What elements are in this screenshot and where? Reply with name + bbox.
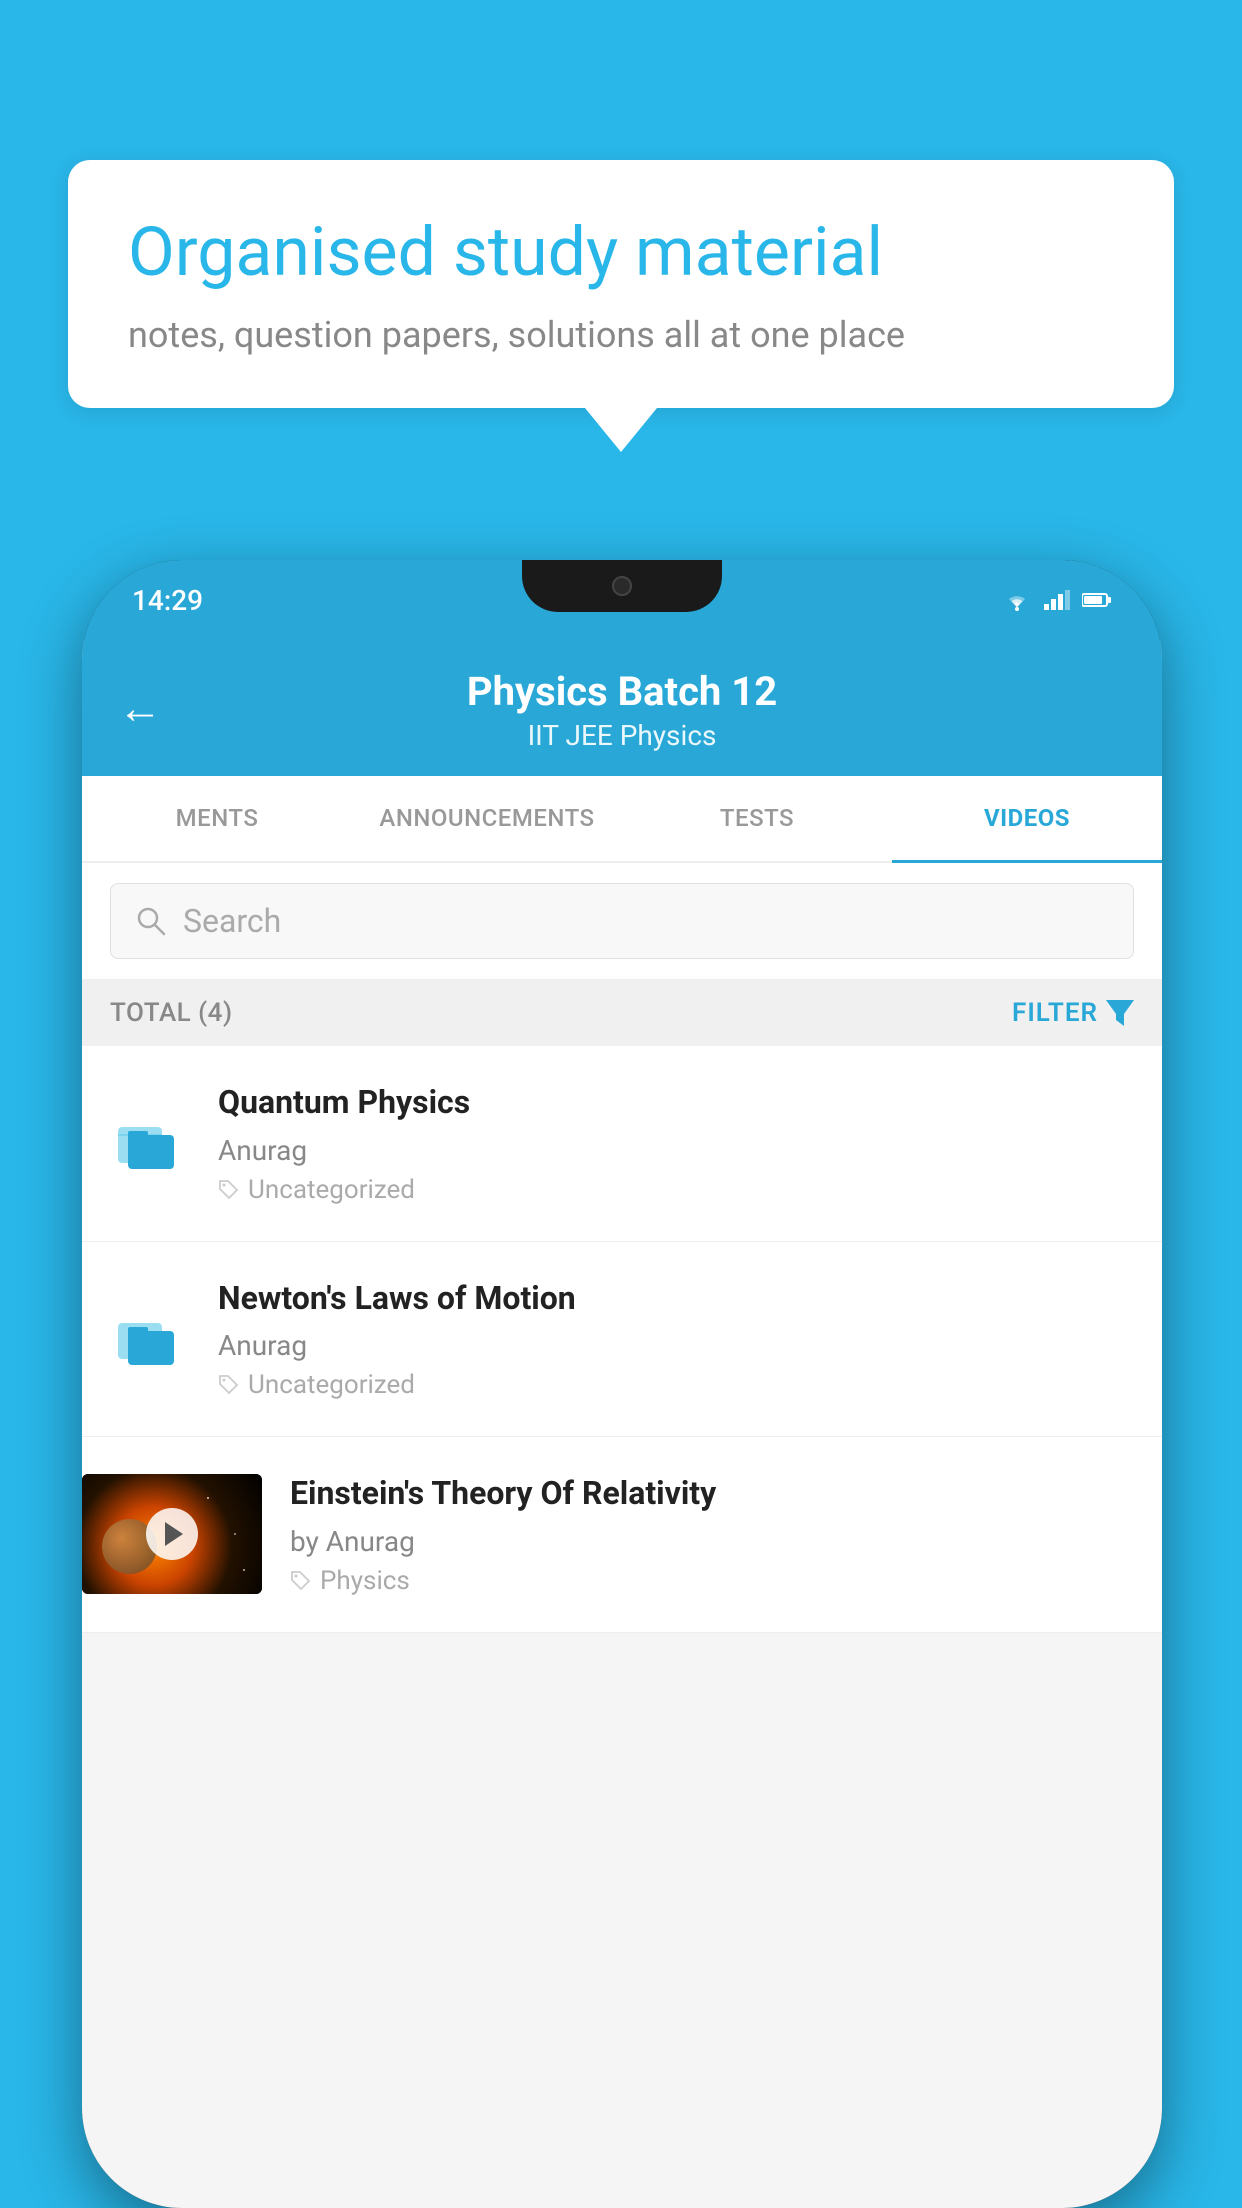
filter-row: TOTAL (4) FILTER	[82, 980, 1162, 1046]
tabs-bar: MENTS ANNOUNCEMENTS TESTS VIDEOS	[82, 776, 1162, 863]
status-time: 14:29	[132, 584, 203, 617]
filter-button[interactable]: FILTER	[1012, 998, 1134, 1028]
video-info: Einstein's Theory Of Relativity by Anura…	[290, 1473, 1134, 1596]
phone-notch	[522, 560, 722, 612]
video-info: Quantum Physics Anurag Uncategorized	[218, 1082, 1134, 1205]
video-author: Anurag	[218, 1134, 1134, 1167]
phone-screen: ← Physics Batch 12 IIT JEE Physics MENTS…	[82, 640, 1162, 2208]
tag-icon	[218, 1374, 240, 1396]
video-title: Newton's Laws of Motion	[218, 1278, 1134, 1320]
video-title: Einstein's Theory Of Relativity	[290, 1473, 1134, 1515]
video-tag: Physics	[290, 1566, 1134, 1596]
search-placeholder: Search	[183, 902, 281, 940]
video-thumbnail	[82, 1474, 262, 1594]
tab-ments[interactable]: MENTS	[82, 776, 352, 861]
list-item[interactable]: Newton's Laws of Motion Anurag Uncategor…	[82, 1242, 1162, 1438]
camera	[612, 576, 632, 596]
search-container: Search	[82, 863, 1162, 980]
tag-icon	[290, 1570, 312, 1592]
video-title: Quantum Physics	[218, 1082, 1134, 1124]
header-subtitle: IIT JEE Physics	[122, 719, 1122, 752]
signal-icon	[1044, 590, 1070, 610]
play-button[interactable]	[146, 1508, 198, 1560]
bubble-subtitle: notes, question papers, solutions all at…	[128, 314, 1114, 356]
tab-announcements[interactable]: ANNOUNCEMENTS	[352, 776, 622, 861]
filter-icon	[1106, 1000, 1134, 1026]
battery-icon	[1082, 592, 1112, 608]
status-bar: 14:29	[82, 560, 1162, 640]
search-icon	[135, 905, 167, 937]
folder-icon	[110, 1299, 190, 1379]
video-tag: Uncategorized	[218, 1175, 1134, 1205]
search-box[interactable]: Search	[110, 883, 1134, 959]
speech-bubble: Organised study material notes, question…	[68, 160, 1174, 408]
play-triangle-icon	[165, 1522, 183, 1546]
back-button[interactable]: ←	[118, 682, 162, 734]
video-author: Anurag	[218, 1329, 1134, 1362]
app-header: ← Physics Batch 12 IIT JEE Physics	[82, 640, 1162, 776]
list-item[interactable]: Einstein's Theory Of Relativity by Anura…	[82, 1437, 1162, 1633]
tab-videos[interactable]: VIDEOS	[892, 776, 1162, 863]
list-item[interactable]: Quantum Physics Anurag Uncategorized	[82, 1046, 1162, 1242]
bubble-title: Organised study material	[128, 212, 1114, 294]
video-author: by Anurag	[290, 1525, 1134, 1558]
video-tag: Uncategorized	[218, 1370, 1134, 1400]
phone-frame: 14:29	[82, 560, 1162, 2208]
total-count: TOTAL (4)	[110, 998, 233, 1028]
header-title: Physics Batch 12	[122, 668, 1122, 715]
video-info: Newton's Laws of Motion Anurag Uncategor…	[218, 1278, 1134, 1401]
wifi-icon	[1002, 589, 1032, 611]
folder-icon	[110, 1103, 190, 1183]
tag-icon	[218, 1179, 240, 1201]
status-icons	[1002, 589, 1112, 611]
tab-tests[interactable]: TESTS	[622, 776, 892, 861]
video-list: Quantum Physics Anurag Uncategorized	[82, 1046, 1162, 1633]
